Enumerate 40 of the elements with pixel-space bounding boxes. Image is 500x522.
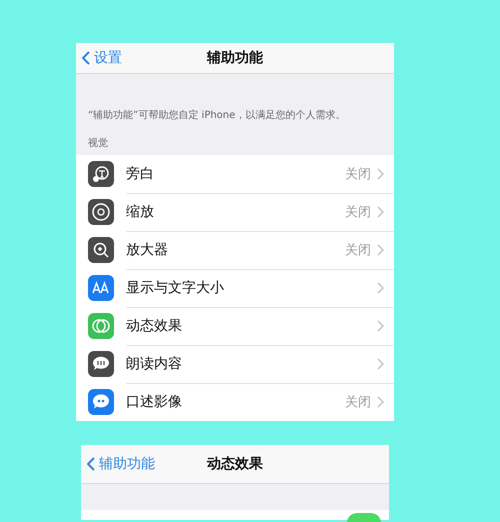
back-button[interactable]: 辅助功能 <box>81 455 161 473</box>
voiceover-icon <box>88 161 114 187</box>
settings-row[interactable]: 动态效果 <box>76 307 394 345</box>
chevron-icon <box>377 282 384 294</box>
settings-row[interactable]: 显示与文字大小 <box>76 269 394 307</box>
row-label: 口述影像 <box>126 393 183 411</box>
chevron-icon <box>377 168 384 180</box>
row-label: 放大器 <box>126 240 169 258</box>
row-label: 朗读内容 <box>126 354 183 372</box>
row-value: 关闭 <box>345 242 371 258</box>
section-header: 视觉 <box>87 136 109 151</box>
settings-row[interactable]: 旁白 关闭 <box>76 155 394 193</box>
row-value: 关闭 <box>345 204 371 220</box>
row-label: 显示与文字大小 <box>126 278 225 296</box>
screen-title: 辅助功能 <box>207 49 263 67</box>
settings-row[interactable]: 放大器 关闭 <box>76 231 394 269</box>
chevron-icon <box>377 244 384 256</box>
speech-icon <box>88 351 114 377</box>
settings-row[interactable]: 口述影像 关闭 <box>76 383 394 421</box>
chevron-icon <box>377 206 384 218</box>
row-value: 关闭 <box>345 394 371 411</box>
back-icon <box>87 457 95 471</box>
row-label: 动态效果 <box>126 316 183 334</box>
chevron-icon <box>377 320 384 332</box>
back-icon <box>82 51 90 65</box>
settings-row[interactable]: 朗读内容 <box>76 345 394 383</box>
row-value: 关闭 <box>345 166 371 182</box>
description-text: “辅助功能”可帮助您自定 iPhone，以满足您的个人需求。 <box>87 108 346 123</box>
chevron-icon <box>377 358 384 370</box>
back-button[interactable]: 设置 <box>76 49 128 67</box>
motion-icon <box>88 313 114 339</box>
textsize-icon <box>88 275 114 301</box>
chevron-icon <box>377 396 384 408</box>
magnifier-icon <box>88 237 114 263</box>
settings-row[interactable]: 缩放 关闭 <box>76 193 394 231</box>
row-label: 缩放 <box>126 202 155 220</box>
screen-title: 动态效果 <box>207 455 263 473</box>
zoom-icon <box>88 199 114 225</box>
row-label: 旁白 <box>126 164 155 182</box>
description-icon <box>88 389 114 415</box>
